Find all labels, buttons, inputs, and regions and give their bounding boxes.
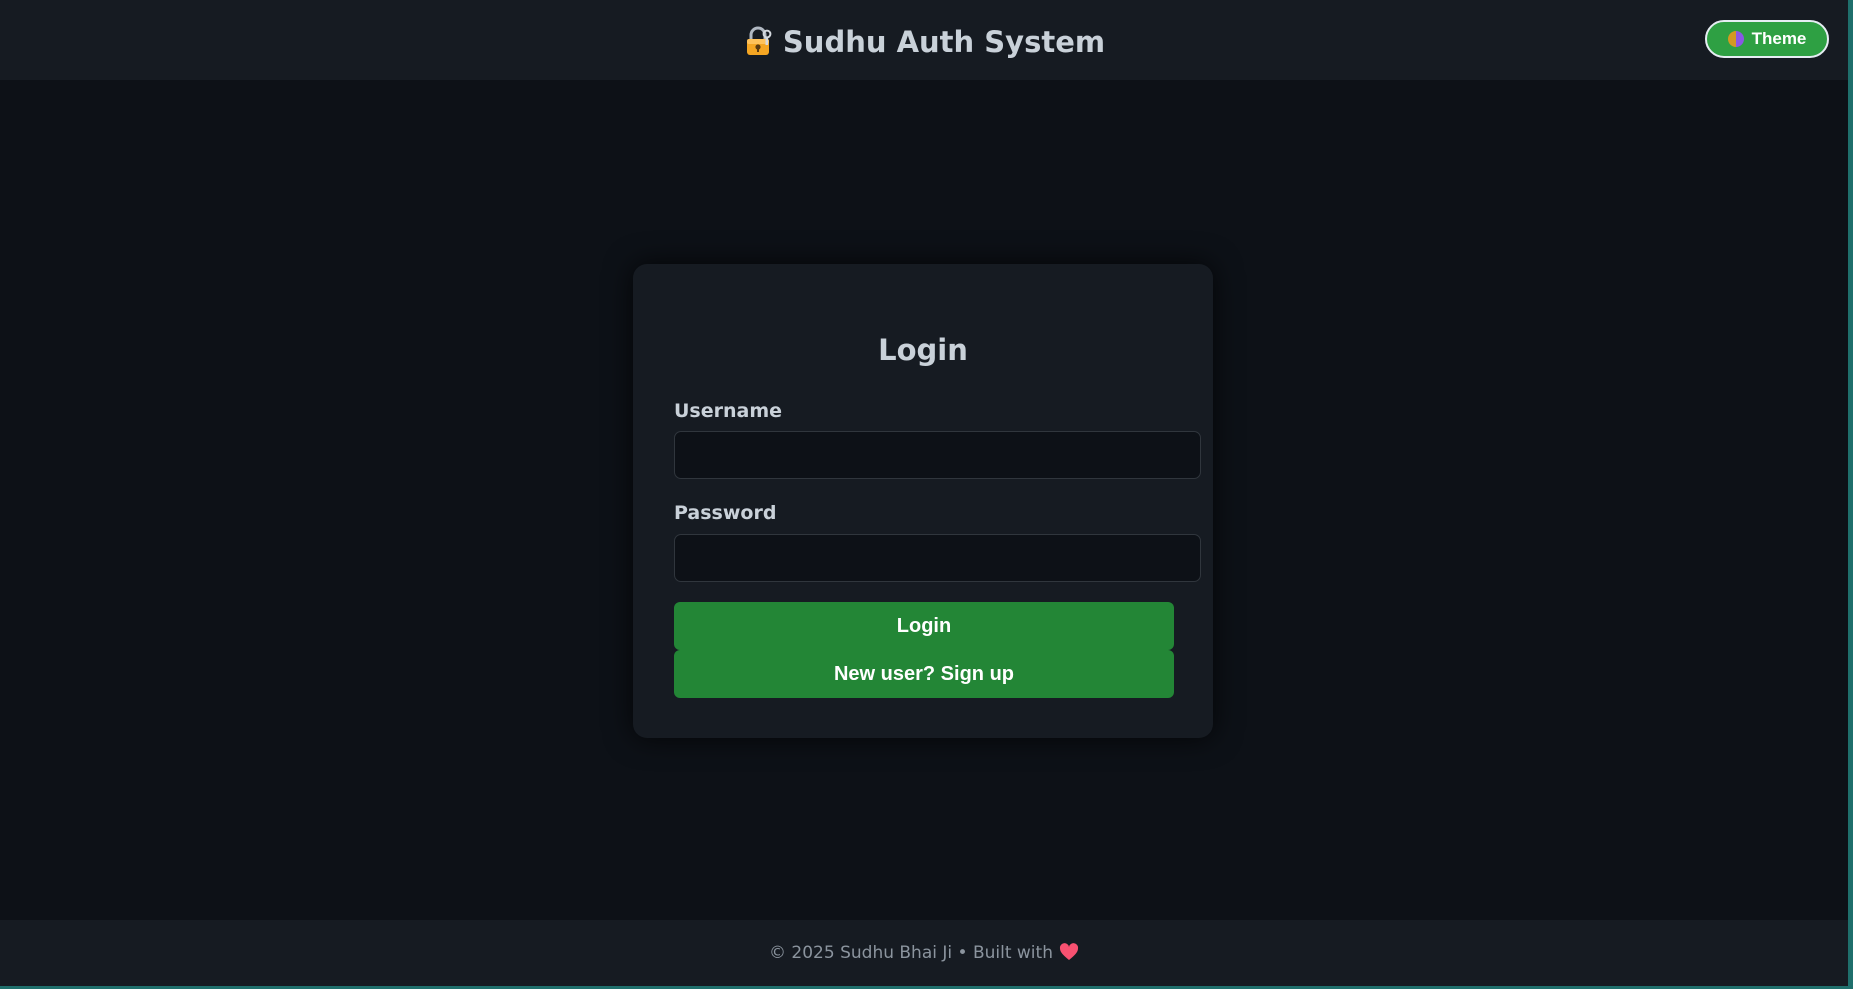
login-card: Login Username Password Login New user? … <box>633 264 1213 738</box>
lock-with-key-icon <box>746 26 772 55</box>
app-brand: Sudhu Auth System <box>0 22 1848 62</box>
username-input[interactable] <box>674 431 1201 479</box>
app-window: Sudhu Auth System Theme Login Username P… <box>0 0 1853 989</box>
app-title: Sudhu Auth System <box>782 25 1106 59</box>
login-button[interactable]: Login <box>674 602 1174 650</box>
footer-copyright: © 2025 Sudhu Bhai Ji • Built with <box>769 943 1053 963</box>
password-input[interactable] <box>674 534 1201 582</box>
page-footer: © 2025 Sudhu Bhai Ji • Built with <box>0 920 1848 989</box>
theme-button-label: Theme <box>1751 29 1807 48</box>
login-title: Login <box>878 333 968 367</box>
theme-icon <box>1727 31 1744 47</box>
password-label: Password <box>674 502 777 524</box>
window-edge <box>1848 0 1853 989</box>
footer-text-row: © 2025 Sudhu Bhai Ji • Built with <box>0 940 1848 966</box>
username-label: Username <box>674 400 783 422</box>
top-bar: Sudhu Auth System Theme <box>0 0 1848 80</box>
theme-toggle-button[interactable]: Theme <box>1705 20 1829 58</box>
heart-icon <box>1059 943 1079 960</box>
signup-button[interactable]: New user? Sign up <box>674 650 1174 698</box>
